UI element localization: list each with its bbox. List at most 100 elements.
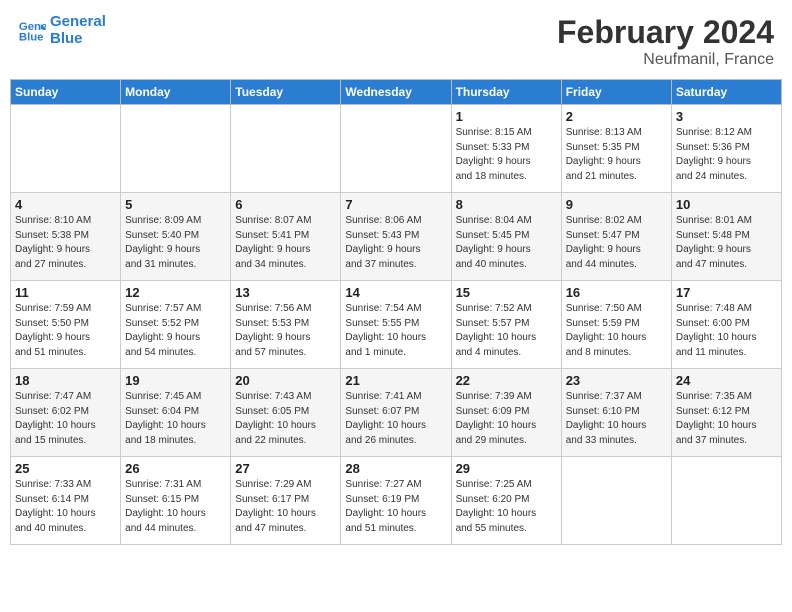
- day-number: 7: [345, 197, 446, 212]
- calendar-cell: 7 Sunrise: 8:06 AM Sunset: 5:43 PM Daylig…: [341, 193, 451, 281]
- calendar-cell: 29 Sunrise: 7:25 AM Sunset: 6:20 PM Dayli…: [451, 457, 561, 545]
- cell-info: Sunrise: 7:57 AM Sunset: 5:52 PM Dayligh…: [125, 302, 226, 360]
- cell-info: Sunrise: 8:15 AM Sunset: 5:33 PM Dayligh…: [456, 126, 557, 184]
- logo: General Blue General Blue: [18, 14, 106, 47]
- calendar-cell: 18 Sunrise: 7:47 AM Sunset: 6:02 PM Dayli…: [11, 369, 121, 457]
- calendar-cell: 13 Sunrise: 7:56 AM Sunset: 5:53 PM Dayli…: [231, 281, 341, 369]
- weekday-header: Tuesday: [231, 80, 341, 105]
- calendar-cell: 11 Sunrise: 7:59 AM Sunset: 5:50 PM Dayli…: [11, 281, 121, 369]
- cell-info: Sunrise: 8:09 AM Sunset: 5:40 PM Dayligh…: [125, 214, 226, 272]
- calendar-cell: [231, 105, 341, 193]
- day-number: 14: [345, 285, 446, 300]
- calendar-cell: 5 Sunrise: 8:09 AM Sunset: 5:40 PM Daylig…: [121, 193, 231, 281]
- calendar-cell: 25 Sunrise: 7:33 AM Sunset: 6:14 PM Dayli…: [11, 457, 121, 545]
- day-number: 13: [235, 285, 336, 300]
- calendar-cell: 26 Sunrise: 7:31 AM Sunset: 6:15 PM Dayli…: [121, 457, 231, 545]
- calendar-week-row: 1 Sunrise: 8:15 AM Sunset: 5:33 PM Daylig…: [11, 105, 782, 193]
- day-number: 10: [676, 197, 777, 212]
- weekday-header: Wednesday: [341, 80, 451, 105]
- calendar-cell: 6 Sunrise: 8:07 AM Sunset: 5:41 PM Daylig…: [231, 193, 341, 281]
- day-number: 27: [235, 461, 336, 476]
- calendar-cell: [341, 105, 451, 193]
- calendar-cell: 19Sunrise: 7:45 AM Sunset: 6:04 PM Dayli…: [121, 369, 231, 457]
- calendar-cell: [11, 105, 121, 193]
- calendar-cell: 17Sunrise: 7:48 AM Sunset: 6:00 PM Dayli…: [671, 281, 781, 369]
- calendar-cell: 4Sunrise: 8:10 AM Sunset: 5:38 PM Daylig…: [11, 193, 121, 281]
- calendar-week-row: 4Sunrise: 8:10 AM Sunset: 5:38 PM Daylig…: [11, 193, 782, 281]
- cell-info: Sunrise: 8:04 AM Sunset: 5:45 PM Dayligh…: [456, 214, 557, 272]
- day-number: 19: [125, 373, 226, 388]
- cell-info: Sunrise: 7:47 AM Sunset: 6:02 PM Dayligh…: [15, 390, 116, 448]
- weekday-header: Sunday: [11, 80, 121, 105]
- cell-info: Sunrise: 7:39 AM Sunset: 6:09 PM Dayligh…: [456, 390, 557, 448]
- logo-blue: Blue: [50, 31, 106, 48]
- cell-info: Sunrise: 7:41 AM Sunset: 6:07 PM Dayligh…: [345, 390, 446, 448]
- weekday-header: Saturday: [671, 80, 781, 105]
- calendar-header: SundayMondayTuesdayWednesdayThursdayFrid…: [11, 80, 782, 105]
- cell-info: Sunrise: 7:33 AM Sunset: 6:14 PM Dayligh…: [15, 478, 116, 536]
- cell-info: Sunrise: 8:06 AM Sunset: 5:43 PM Dayligh…: [345, 214, 446, 272]
- calendar-cell: 28Sunrise: 7:27 AM Sunset: 6:19 PM Dayli…: [341, 457, 451, 545]
- calendar-cell: 9 Sunrise: 8:02 AM Sunset: 5:47 PM Daylig…: [561, 193, 671, 281]
- svg-text:Blue: Blue: [19, 31, 44, 43]
- cell-info: Sunrise: 7:29 AM Sunset: 6:17 PM Dayligh…: [235, 478, 336, 536]
- cell-info: Sunrise: 7:54 AM Sunset: 5:55 PM Dayligh…: [345, 302, 446, 360]
- day-number: 3: [676, 109, 777, 124]
- day-number: 26: [125, 461, 226, 476]
- day-number: 5: [125, 197, 226, 212]
- cell-info: Sunrise: 7:52 AM Sunset: 5:57 PM Dayligh…: [456, 302, 557, 360]
- weekday-header: Thursday: [451, 80, 561, 105]
- calendar-cell: [121, 105, 231, 193]
- day-number: 11: [15, 285, 116, 300]
- cell-info: Sunrise: 8:07 AM Sunset: 5:41 PM Dayligh…: [235, 214, 336, 272]
- calendar-cell: [561, 457, 671, 545]
- calendar-cell: 15 Sunrise: 7:52 AM Sunset: 5:57 PM Dayli…: [451, 281, 561, 369]
- day-number: 25: [15, 461, 116, 476]
- logo-icon: General Blue: [18, 17, 46, 45]
- day-number: 15: [456, 285, 557, 300]
- day-number: 29: [456, 461, 557, 476]
- calendar-cell: 24 Sunrise: 7:35 AM Sunset: 6:12 PM Dayli…: [671, 369, 781, 457]
- weekday-header: Monday: [121, 80, 231, 105]
- title-block: February 2024 Neufmanil, France: [557, 14, 774, 69]
- calendar-cell: 8 Sunrise: 8:04 AM Sunset: 5:45 PM Daylig…: [451, 193, 561, 281]
- calendar-cell: 20Sunrise: 7:43 AM Sunset: 6:05 PM Dayli…: [231, 369, 341, 457]
- day-number: 2: [566, 109, 667, 124]
- day-number: 22: [456, 373, 557, 388]
- day-number: 21: [345, 373, 446, 388]
- calendar-cell: 10 Sunrise: 8:01 AM Sunset: 5:48 PM Dayli…: [671, 193, 781, 281]
- day-number: 6: [235, 197, 336, 212]
- calendar-cell: 12 Sunrise: 7:57 AM Sunset: 5:52 PM Dayli…: [121, 281, 231, 369]
- calendar-week-row: 18 Sunrise: 7:47 AM Sunset: 6:02 PM Dayli…: [11, 369, 782, 457]
- calendar-table: SundayMondayTuesdayWednesdayThursdayFrid…: [10, 79, 782, 545]
- cell-info: Sunrise: 7:25 AM Sunset: 6:20 PM Dayligh…: [456, 478, 557, 536]
- calendar-cell: 23Sunrise: 7:37 AM Sunset: 6:10 PM Dayli…: [561, 369, 671, 457]
- day-number: 12: [125, 285, 226, 300]
- calendar-week-row: 11 Sunrise: 7:59 AM Sunset: 5:50 PM Dayli…: [11, 281, 782, 369]
- calendar-cell: 3Sunrise: 8:12 AM Sunset: 5:36 PM Daylig…: [671, 105, 781, 193]
- cell-info: Sunrise: 7:59 AM Sunset: 5:50 PM Dayligh…: [15, 302, 116, 360]
- cell-info: Sunrise: 8:01 AM Sunset: 5:48 PM Dayligh…: [676, 214, 777, 272]
- cell-info: Sunrise: 7:35 AM Sunset: 6:12 PM Dayligh…: [676, 390, 777, 448]
- logo-general: General: [50, 14, 106, 31]
- cell-info: Sunrise: 8:13 AM Sunset: 5:35 PM Dayligh…: [566, 126, 667, 184]
- cell-info: Sunrise: 7:56 AM Sunset: 5:53 PM Dayligh…: [235, 302, 336, 360]
- cell-info: Sunrise: 7:27 AM Sunset: 6:19 PM Dayligh…: [345, 478, 446, 536]
- cell-info: Sunrise: 7:31 AM Sunset: 6:15 PM Dayligh…: [125, 478, 226, 536]
- weekday-header: Friday: [561, 80, 671, 105]
- day-number: 18: [15, 373, 116, 388]
- calendar-cell: 16Sunrise: 7:50 AM Sunset: 5:59 PM Dayli…: [561, 281, 671, 369]
- calendar-cell: 1 Sunrise: 8:15 AM Sunset: 5:33 PM Daylig…: [451, 105, 561, 193]
- day-number: 8: [456, 197, 557, 212]
- header: General Blue General Blue February 2024 …: [10, 10, 782, 73]
- day-number: 9: [566, 197, 667, 212]
- calendar-week-row: 25 Sunrise: 7:33 AM Sunset: 6:14 PM Dayli…: [11, 457, 782, 545]
- cell-info: Sunrise: 7:43 AM Sunset: 6:05 PM Dayligh…: [235, 390, 336, 448]
- month-title: February 2024: [557, 14, 774, 51]
- day-number: 1: [456, 109, 557, 124]
- calendar-cell: 27 Sunrise: 7:29 AM Sunset: 6:17 PM Dayli…: [231, 457, 341, 545]
- cell-info: Sunrise: 8:02 AM Sunset: 5:47 PM Dayligh…: [566, 214, 667, 272]
- calendar-cell: [671, 457, 781, 545]
- day-number: 24: [676, 373, 777, 388]
- cell-info: Sunrise: 7:37 AM Sunset: 6:10 PM Dayligh…: [566, 390, 667, 448]
